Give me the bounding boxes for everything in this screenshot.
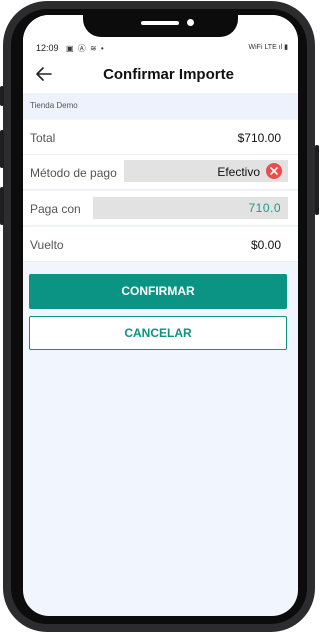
side-button-volume-down — [0, 130, 4, 168]
pay-with-input[interactable]: 710.0 — [93, 197, 288, 219]
side-button-power — [315, 145, 319, 215]
confirm-button[interactable]: CONFIRMAR — [29, 274, 287, 309]
screen: 12:09 ▣ Ⓐ ≋ • WiFi LTE ıl ▮ Confirmar Im… — [23, 15, 298, 616]
total-label: Total — [30, 131, 56, 145]
back-button[interactable] — [33, 63, 55, 85]
change-row: Vuelto $0.00 — [23, 227, 298, 262]
side-button-bixby — [0, 187, 4, 225]
notification-icons: ▣ Ⓐ ≋ • — [66, 44, 105, 53]
app-bar: Confirmar Importe — [23, 55, 298, 93]
front-camera — [187, 19, 194, 26]
payment-method-row: Método de pago Efectivo — [23, 155, 298, 190]
speaker-grille — [141, 21, 179, 25]
change-label: Vuelto — [30, 238, 64, 252]
pay-with-value: 710.0 — [248, 201, 281, 215]
store-name: Tienda Demo — [30, 101, 78, 110]
payment-method-label: Método de pago — [30, 166, 117, 180]
payment-method-value: Efectivo — [217, 165, 260, 179]
cancel-button-label: CANCELAR — [124, 326, 192, 340]
total-value: $710.00 — [237, 131, 281, 145]
arrow-left-icon — [36, 67, 52, 81]
camera-notch — [83, 15, 238, 37]
side-button-volume-up — [0, 86, 4, 106]
signal-battery-icons: WiFi LTE ıl ▮ — [248, 44, 289, 51]
cancel-button[interactable]: CANCELAR — [29, 316, 287, 350]
confirm-button-label: CONFIRMAR — [121, 284, 195, 298]
total-row: Total $710.00 — [23, 120, 298, 155]
status-time: 12:09 — [36, 43, 59, 53]
store-header: Tienda Demo — [23, 93, 298, 119]
payment-method-select[interactable]: Efectivo — [124, 160, 288, 182]
page-title: Confirmar Importe — [103, 66, 234, 83]
pay-with-row: Paga con 710.0 — [23, 191, 298, 226]
close-circle-icon[interactable] — [266, 163, 282, 179]
pay-with-label: Paga con — [30, 202, 81, 216]
change-value: $0.00 — [250, 238, 281, 252]
